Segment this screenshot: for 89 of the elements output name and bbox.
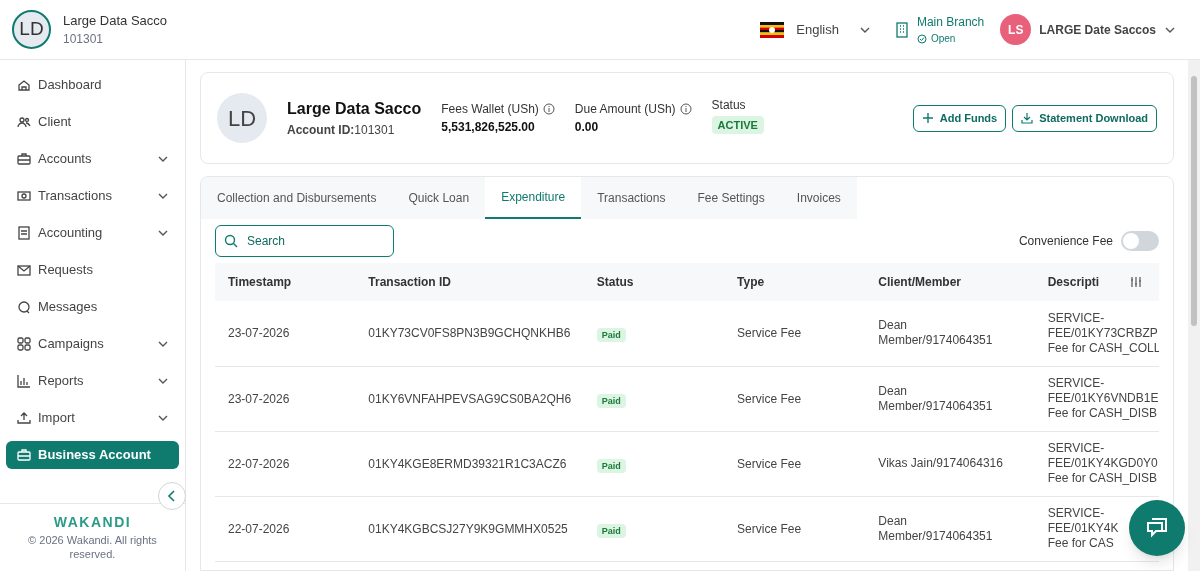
sidebar-item[interactable]: Campaigns — [6, 329, 179, 358]
column-header: Type — [737, 275, 765, 289]
sidebar-item[interactable]: Dashboard — [6, 70, 179, 99]
column-header: Descripti — [1047, 274, 1100, 291]
organization-id: 101301 — [63, 31, 105, 49]
toggle-label: Convenience Fee — [1018, 233, 1113, 250]
stat-value: 5,531,826,525.00 — [441, 119, 536, 136]
table-cell: Dean Member/9174064351 — [878, 383, 993, 413]
toggle-switch[interactable] — [1121, 231, 1159, 251]
table-cell: Vikas Jain/9174064316 — [878, 456, 1003, 470]
table-cell: SERVICE- FEE/01KY4K Fee for CAS — [1047, 506, 1119, 551]
table-cell: 22-07-2026 — [228, 456, 290, 471]
tab[interactable]: Invoices — [780, 177, 857, 219]
check-circle-icon — [916, 33, 927, 44]
table-cell: 22-07-2026 — [228, 521, 290, 536]
user-avatar: LS — [1000, 14, 1032, 45]
scrollbar-thumb[interactable] — [1191, 76, 1197, 326]
sidebar-item[interactable]: Business Account — [6, 440, 179, 469]
sidebar-item[interactable]: Requests — [6, 255, 179, 284]
user-menu[interactable]: LARGE Date Saccos — [1039, 20, 1176, 39]
column-header: Timestamp — [228, 275, 292, 289]
table-cell: 01KY4KGE8ERMD39321R1C3ACZ6 — [368, 456, 567, 471]
stat-value: 0.00 — [574, 119, 600, 136]
account-name: Large Data Sacco — [287, 99, 422, 119]
status-badge: Paid — [596, 458, 626, 473]
brand-logo: WAKANDI — [53, 513, 132, 532]
sidebar-item[interactable]: Client — [6, 107, 179, 136]
tab[interactable]: Expenditure — [485, 177, 582, 219]
sidebar-item[interactable]: Import — [6, 403, 179, 432]
branch-status: Open — [930, 32, 956, 46]
tab[interactable]: Collection and Disbursements — [201, 177, 393, 219]
document-icon — [16, 224, 32, 241]
table-cell: SERVICE- FEE/01KY6VNDB1E Fee for CASH_DISB — [1047, 376, 1159, 421]
account-id: Account ID:101301 — [287, 122, 396, 139]
action-button[interactable]: Statement Download — [1012, 104, 1157, 132]
column-header: Transaction ID — [368, 275, 451, 289]
table-cell: Service Fee — [737, 456, 802, 471]
flag-icon — [760, 21, 785, 38]
speech-bubble-icon — [16, 298, 32, 315]
info-icon — [679, 103, 692, 115]
avatar: LD — [12, 10, 51, 49]
search-icon — [224, 234, 238, 248]
status-badge: ACTIVE — [711, 115, 764, 135]
organization-name: Large Data Sacco — [63, 11, 168, 30]
table-cell: Service Fee — [737, 521, 802, 536]
table-cell: 23-07-2026 — [228, 326, 290, 341]
table-cell: Dean Member/9174064351 — [878, 513, 993, 543]
table-cell: Service Fee — [737, 326, 802, 341]
sidebar-item[interactable]: Transactions — [6, 181, 179, 210]
chevron-left-icon — [167, 490, 177, 502]
table-cell: Service Fee — [737, 391, 802, 406]
status-badge: Paid — [596, 328, 626, 343]
search-field[interactable]: Search — [215, 225, 394, 257]
download-icon — [1021, 112, 1034, 124]
table-cell: SERVICE- FEE/01KY4KGD0Y0 Fee for CASH_DISB — [1047, 441, 1158, 486]
chat-button[interactable] — [1129, 500, 1185, 556]
sidebar-item[interactable]: Accounts — [6, 144, 179, 173]
sliders-icon[interactable] — [1130, 276, 1142, 288]
collapse-button[interactable] — [158, 482, 186, 510]
action-button[interactable]: Add Funds — [912, 104, 1007, 132]
status-badge: Paid — [596, 523, 626, 538]
sidebar-item[interactable]: Reports — [6, 366, 179, 395]
status-badge: Paid — [596, 393, 626, 408]
tab[interactable]: Quick Loan — [392, 177, 486, 219]
stat-label: Fees Wallet (USh) — [441, 101, 539, 118]
sidebar-item[interactable]: Accounting — [6, 218, 179, 247]
stat-label: Status — [711, 96, 746, 114]
briefcase-icon — [16, 150, 32, 167]
column-header: Client/Member — [878, 275, 962, 289]
table-cell: 23-07-2026 — [228, 391, 290, 406]
table-cell: 01KY73CV0FS8PN3B9GCHQNKHB6 — [368, 326, 571, 341]
table-cell: Dean Member/9174064351 — [878, 318, 993, 348]
stat-label: Due Amount (USh) — [574, 101, 676, 118]
table-cell: 01KY6VNFAHPEVSAG9CS0BA2QH6 — [368, 391, 572, 406]
language-selector[interactable]: English — [796, 19, 871, 40]
briefcase-icon — [16, 446, 32, 463]
bar-chart-icon — [16, 372, 32, 389]
tab[interactable]: Fee Settings — [681, 177, 781, 219]
table-cell: 01KY4KGBCSJ27Y9K9GMMHX0525 — [368, 521, 568, 536]
copyright-text: © 2026 Wakandi. All rights reserved. — [27, 533, 158, 561]
column-header: Status — [596, 275, 634, 289]
sidebar-item[interactable]: Messages — [6, 292, 179, 321]
grid-icon — [16, 335, 32, 352]
account-avatar: LD — [217, 93, 267, 143]
tab[interactable]: Transactions — [581, 177, 682, 219]
branch-name[interactable]: Main Branch — [916, 13, 985, 31]
building-icon — [894, 21, 909, 38]
plus-icon — [921, 112, 934, 124]
info-icon — [542, 103, 555, 115]
